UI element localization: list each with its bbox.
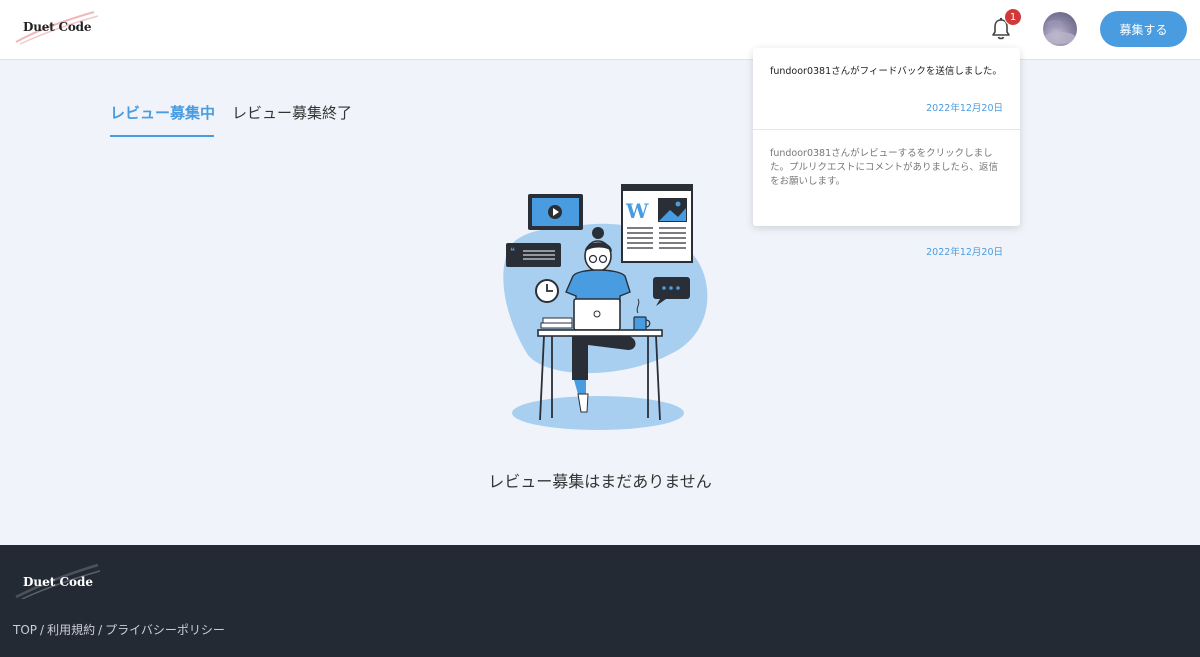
notification-message: fundoor0381さんがフィードバックを送信しました。 (770, 66, 1002, 77)
header: Duet Code 1 募集する (0, 0, 1200, 60)
recruit-button[interactable]: 募集する (1100, 11, 1187, 47)
svg-text:❝: ❝ (510, 247, 515, 257)
footer-link-terms[interactable]: 利用規約 (47, 623, 95, 637)
footer: Duet Code TOP / 利用規約 / プライバシーポリシー (0, 545, 1200, 657)
svg-text:W: W (625, 199, 649, 223)
logo-text: Duet Code (23, 20, 92, 34)
empty-state-illustration: W ❝ (488, 180, 720, 436)
tab-recruiting[interactable]: レビュー募集中 (110, 102, 215, 137)
footer-logo-text: Duet Code (23, 575, 94, 589)
avatar[interactable] (1043, 12, 1077, 46)
tab-recruitment-closed[interactable]: レビュー募集終了 (232, 102, 352, 123)
notification-dropdown: fundoor0381さんがフィードバックを送信しました。 2022年12月20… (753, 48, 1020, 258)
notification-date: 2022年12月20日 (926, 103, 1003, 114)
notification-badge: 1 (1004, 8, 1022, 26)
notification-item[interactable]: fundoor0381さんがフィードバックを送信しました。 2022年12月20… (753, 48, 1020, 130)
notification-message: fundoor0381さんがレビューするをクリックしました。プルリクエストにコメ… (770, 148, 999, 187)
notification-date: 2022年12月20日 (926, 247, 1003, 258)
footer-logo[interactable]: Duet Code (14, 563, 100, 599)
footer-link-top[interactable]: TOP (13, 623, 37, 637)
footer-links: TOP / 利用規約 / プライバシーポリシー (13, 623, 225, 637)
empty-state-message: レビュー募集はまだありません (488, 472, 712, 491)
notification-item[interactable]: fundoor0381さんがレビューするをクリックしました。プルリクエストにコメ… (753, 131, 1020, 258)
footer-link-privacy[interactable]: プライバシーポリシー (105, 623, 225, 637)
logo[interactable]: Duet Code (14, 10, 100, 46)
